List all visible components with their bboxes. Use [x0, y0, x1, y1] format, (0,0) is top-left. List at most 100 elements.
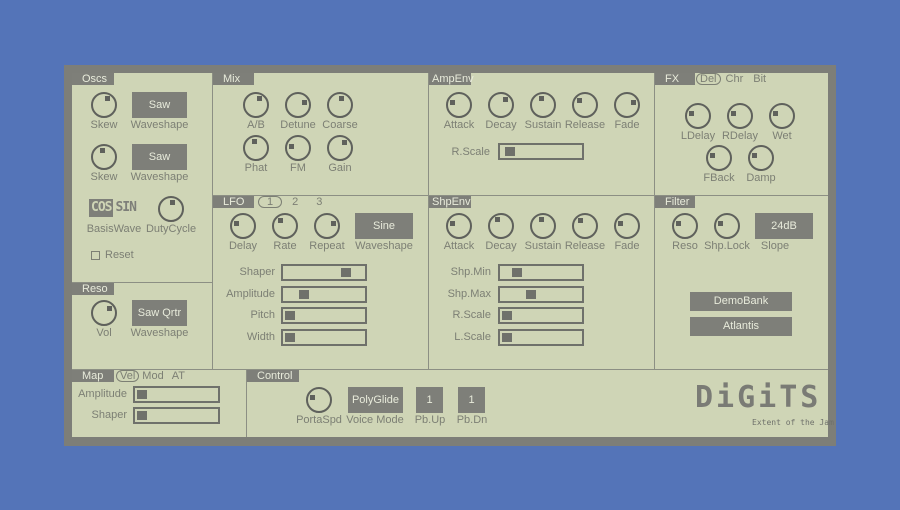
ampenv-attack-knob[interactable] — [446, 92, 472, 118]
portaspd-label: PortaSpd — [296, 414, 342, 426]
reso-vol-label: Vol — [96, 327, 112, 339]
synth-panel: Oscs Skew Saw Waveshape Skew Saw Wavesha… — [72, 73, 834, 437]
portaspd-knob[interactable] — [306, 387, 332, 413]
lfo-tab-1[interactable]: 1 — [258, 196, 283, 208]
shpenv-rscale-slider[interactable] — [498, 307, 584, 325]
fx-tab-del[interactable]: Del — [696, 73, 721, 85]
shpenv-shpmin-label: Shp.Min — [450, 266, 491, 278]
voice-mode-button[interactable]: PolyGlide — [348, 387, 403, 413]
lfo-waveshape-label: Waveshape — [355, 240, 413, 252]
shpenv-lscale-label: L.Scale — [454, 331, 491, 344]
lfo-pitch-label: Pitch — [250, 309, 275, 322]
lfo-shaper-label: Shaper — [239, 266, 275, 278]
map-amplitude-slider[interactable] — [133, 386, 220, 403]
ampenv-rscale-slider[interactable] — [498, 143, 584, 160]
fx-fback-knob[interactable] — [706, 145, 732, 171]
shpenv-title: ShpEnv — [429, 196, 471, 208]
pb-up-button[interactable]: 1 — [416, 387, 443, 413]
mix-gain-knob[interactable] — [327, 135, 353, 161]
osc1-skew-knob[interactable] — [91, 92, 117, 118]
fx-wet-knob[interactable] — [769, 103, 795, 129]
reset-checkbox[interactable] — [91, 251, 100, 260]
lfo-tab-2[interactable]: 2 — [282, 196, 308, 208]
map-tab-vel[interactable]: Vel — [116, 370, 140, 382]
map-amplitude-label: Amplitude — [78, 388, 127, 400]
lfo-amplitude-label: Amplitude — [226, 287, 275, 300]
lfo-repeat-label: Repeat — [309, 240, 345, 252]
fx-damp-knob[interactable] — [748, 145, 774, 171]
lfo-width-slider[interactable] — [281, 329, 367, 347]
basiswave-toggle[interactable]: COS SIN — [89, 199, 138, 217]
osc1-waveshape-button[interactable]: Saw — [132, 92, 187, 118]
map-tab-mod[interactable]: Mod — [139, 370, 166, 382]
shpenv-sustain-knob[interactable] — [530, 213, 556, 239]
ampenv-sustain-knob[interactable] — [530, 92, 556, 118]
shpenv-fade-knob[interactable] — [614, 213, 640, 239]
osc2-waveshape-button[interactable]: Saw — [132, 144, 187, 170]
fx-damp-label: Damp — [746, 172, 776, 184]
fx-ldelay-knob[interactable] — [685, 103, 711, 129]
filter-reso-knob[interactable] — [672, 213, 698, 239]
fx-tab-chr[interactable]: Chr — [721, 73, 749, 85]
lfo-waveshape-button[interactable]: Sine — [355, 213, 413, 239]
voice-mode-label: Voice Mode — [346, 414, 404, 426]
reso-title: Reso — [72, 283, 114, 295]
lfo-pitch-slider[interactable] — [281, 307, 367, 325]
lfo-tabs: 1 2 3 — [258, 196, 330, 208]
lfo-rate-knob[interactable] — [272, 213, 298, 239]
dutycycle-label: DutyCycle — [145, 223, 197, 235]
basiswave-label: BasisWave — [86, 223, 142, 235]
shpenv-rscale-label: R.Scale — [452, 309, 491, 322]
ampenv-decay-knob[interactable] — [488, 92, 514, 118]
divider — [428, 73, 429, 369]
lfo-delay-knob[interactable] — [230, 213, 256, 239]
pb-up-label: Pb.Up — [414, 414, 446, 426]
osc2-waveshape-label: Waveshape — [130, 171, 189, 183]
reso-waveshape-button[interactable]: Saw Qrtr — [132, 300, 187, 326]
mix-coarse-knob[interactable] — [327, 92, 353, 118]
lfo-tab-3[interactable]: 3 — [308, 196, 330, 208]
bank-selector[interactable]: DemoBank — [690, 292, 792, 311]
shpenv-shpmax-label: Shp.Max — [447, 287, 491, 300]
lfo-shaper-slider[interactable] — [281, 264, 367, 281]
fx-tabs: Del Chr Bit — [696, 73, 771, 85]
mix-ab-knob[interactable] — [243, 92, 269, 118]
shpenv-decay-knob[interactable] — [488, 213, 514, 239]
filter-slope-button[interactable]: 24dB — [755, 213, 813, 239]
lfo-width-label: Width — [246, 331, 275, 344]
osc2-skew-label: Skew — [90, 171, 118, 183]
shpenv-shpmax-slider[interactable] — [498, 285, 584, 303]
preset-selector[interactable]: Atlantis — [690, 317, 792, 336]
fx-wet-label: Wet — [772, 130, 792, 142]
map-shaper-slider[interactable] — [133, 407, 220, 424]
dutycycle-knob[interactable] — [158, 196, 184, 222]
lfo-title: LFO — [213, 196, 254, 208]
mix-phat-knob[interactable] — [243, 135, 269, 161]
divider — [212, 73, 213, 369]
mix-detune-knob[interactable] — [285, 92, 311, 118]
reso-waveshape-label: Waveshape — [130, 327, 189, 339]
digits-logo: DiGiTS — [695, 380, 822, 415]
basis-sin-option[interactable]: SIN — [113, 199, 137, 217]
shpenv-lscale-slider[interactable] — [498, 329, 584, 347]
fx-title: FX — [655, 73, 695, 85]
ampenv-fade-knob[interactable] — [614, 92, 640, 118]
mix-gain-label: Gain — [328, 162, 352, 174]
fx-rdelay-knob[interactable] — [727, 103, 753, 129]
lfo-repeat-knob[interactable] — [314, 213, 340, 239]
ampenv-release-knob[interactable] — [572, 92, 598, 118]
map-tab-at[interactable]: AT — [167, 370, 190, 382]
lfo-amplitude-slider[interactable] — [281, 285, 367, 303]
filter-slope-label: Slope — [760, 240, 790, 252]
mix-title: Mix — [213, 73, 254, 85]
osc2-skew-knob[interactable] — [91, 144, 117, 170]
shpenv-shpmin-slider[interactable] — [498, 264, 584, 281]
mix-fm-knob[interactable] — [285, 135, 311, 161]
fx-tab-bit[interactable]: Bit — [748, 73, 771, 85]
reso-vol-knob[interactable] — [91, 300, 117, 326]
filter-shplock-knob[interactable] — [714, 213, 740, 239]
basis-cos-option[interactable]: COS — [89, 199, 114, 217]
shpenv-release-knob[interactable] — [572, 213, 598, 239]
shpenv-attack-knob[interactable] — [446, 213, 472, 239]
pb-dn-button[interactable]: 1 — [458, 387, 485, 413]
